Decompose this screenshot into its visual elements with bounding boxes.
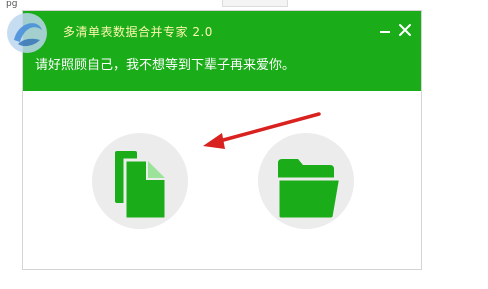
window-title: 多清单表数据合并专家 2.0 bbox=[63, 25, 213, 39]
window-header: 多清单表数据合并专家 2.0 请好照顾自己，我不想等到下辈子再来爱你。 bbox=[23, 11, 421, 91]
background-text-fragment: pg bbox=[6, 0, 18, 9]
background-input-fragment bbox=[222, 0, 288, 7]
window-tagline: 请好照顾自己，我不想等到下辈子再来爱你。 bbox=[35, 58, 296, 73]
logo-watermark-icon bbox=[7, 13, 47, 53]
add-folder-button[interactable] bbox=[258, 133, 354, 229]
close-icon bbox=[399, 24, 411, 36]
minimize-button[interactable] bbox=[377, 22, 393, 38]
close-button[interactable] bbox=[397, 22, 413, 38]
merge-app-window: 多清单表数据合并专家 2.0 请好照顾自己，我不想等到下辈子再来爱你。 bbox=[22, 10, 422, 270]
files-icon bbox=[115, 151, 168, 221]
folder-open-icon bbox=[276, 159, 342, 221]
add-files-button[interactable] bbox=[92, 133, 188, 229]
